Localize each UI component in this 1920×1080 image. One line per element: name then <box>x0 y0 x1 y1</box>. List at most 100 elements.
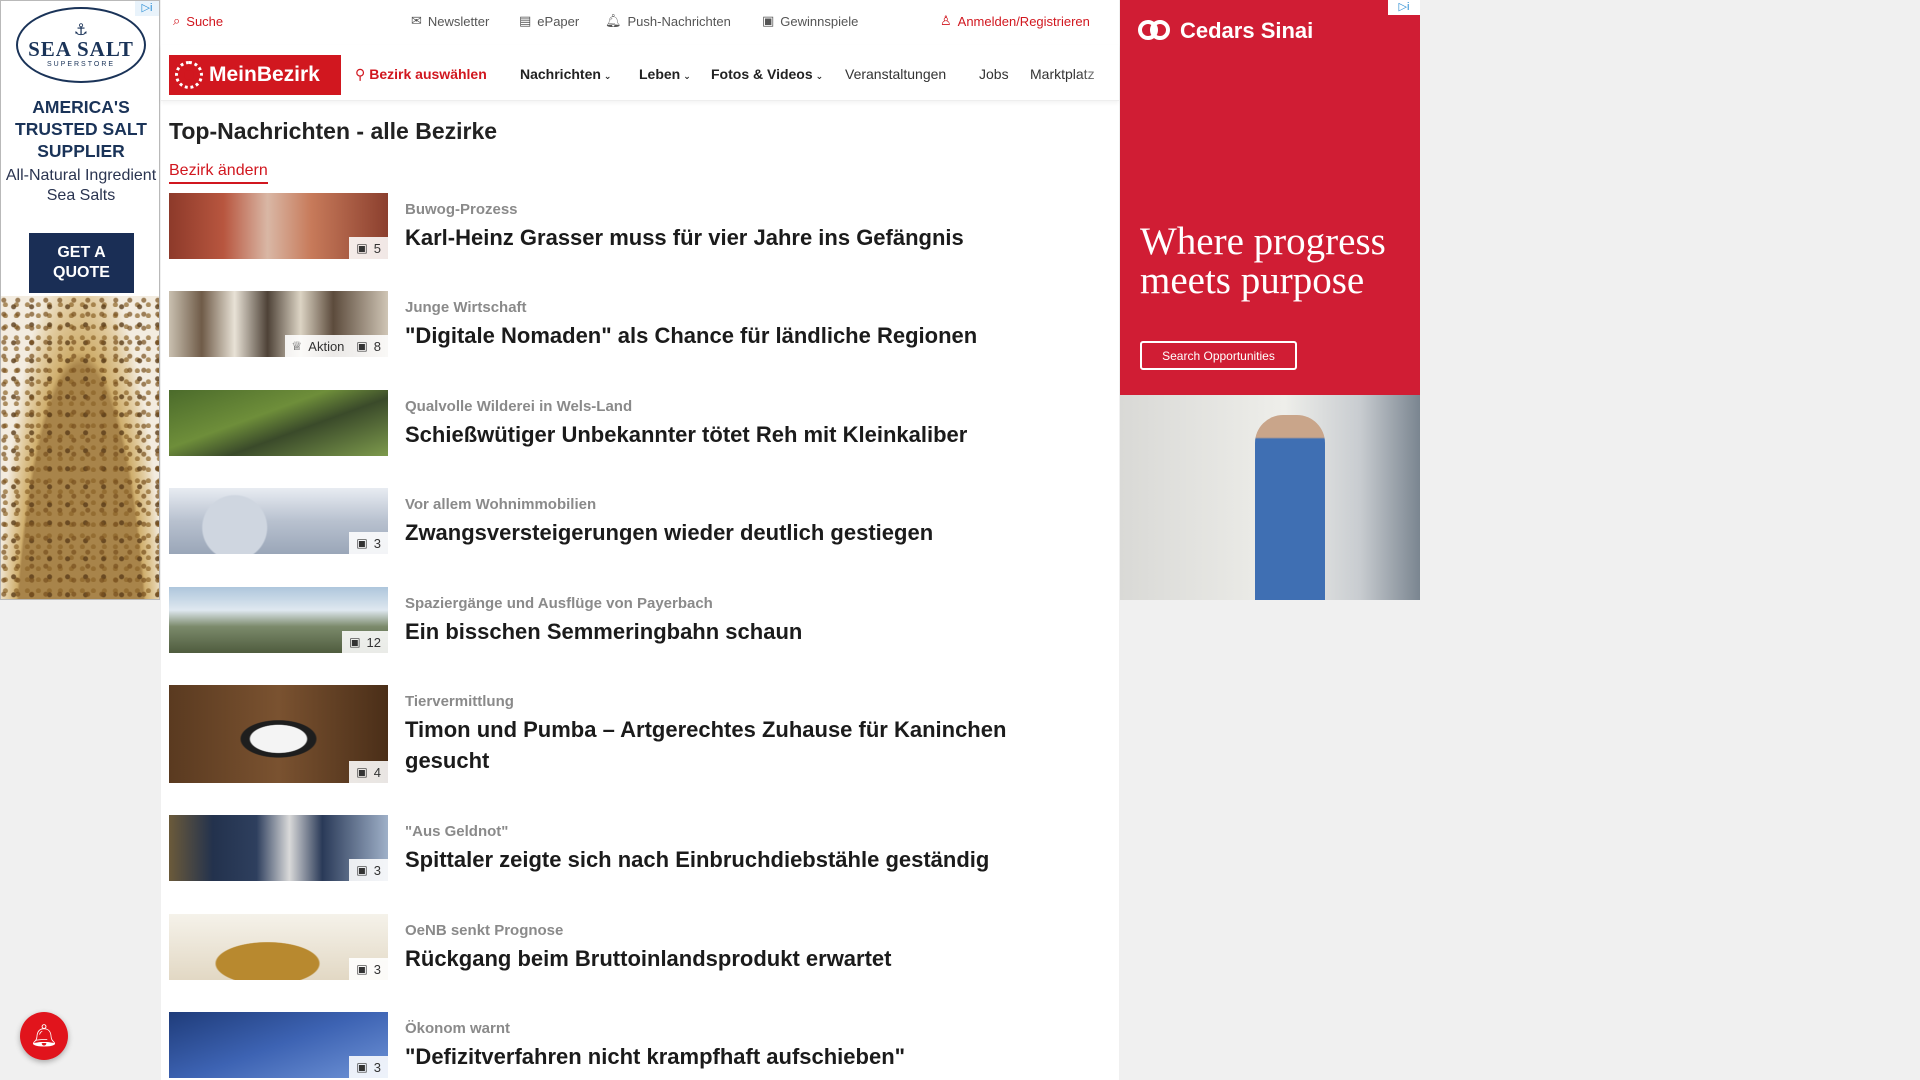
article-headline[interactable]: "Digitale Nomaden" als Chance für ländli… <box>405 320 1095 351</box>
epaper-link[interactable]: ▤ ePaper <box>519 14 579 29</box>
photo-count-badge: ▣ 3 <box>349 1056 388 1078</box>
article-headline[interactable]: Ein bisschen Semmeringbahn schaun <box>405 616 1095 647</box>
newspaper-icon: ▤ <box>519 14 532 29</box>
search-opportunities-button[interactable]: Search Opportunities <box>1140 341 1297 370</box>
trophy-icon: ♕ <box>291 339 303 353</box>
newsletter-label: Newsletter <box>427 14 490 29</box>
location-pin-icon: ⚲ <box>355 67 366 83</box>
anchor-icon: ⚓ <box>73 19 89 39</box>
article-thumbnail[interactable]: ▣ 3 <box>169 1012 388 1078</box>
article-item[interactable]: Qualvolle Wilderei in Wels-Land Schießwü… <box>169 390 1099 460</box>
sea-salt-logo: ⚓ SEA SALT SUPERSTORE <box>16 7 146 83</box>
nav-item-jobs[interactable]: Jobs <box>979 66 1009 82</box>
logo-text: MeinBezirk <box>209 63 320 86</box>
mail-icon: ✉ <box>411 14 422 29</box>
newsletter-link[interactable]: ✉ Newsletter <box>411 14 489 29</box>
photo-count: 8 <box>373 338 381 354</box>
right-ad-banner[interactable]: ▷i Cedars Sinai Where progress meets pur… <box>1120 0 1420 600</box>
notification-bell-button[interactable]: 🔔︎ <box>20 1012 68 1060</box>
epaper-label: ePaper <box>537 14 580 29</box>
chevron-down-icon: ⌄ <box>683 72 691 82</box>
get-quote-button[interactable]: GET A QUOTE <box>29 233 134 293</box>
article-headline[interactable]: Karl-Heinz Grasser muss für vier Jahre i… <box>405 222 1095 253</box>
article-headline[interactable]: Schießwütiger Unbekannter tötet Reh mit … <box>405 419 1095 450</box>
left-ad-banner[interactable]: ▷i ⚓ SEA SALT SUPERSTORE AMERICA'S TRUST… <box>0 0 160 600</box>
push-label: Push-Nachrichten <box>627 14 731 29</box>
select-district-label: Bezirk auswählen <box>369 66 487 82</box>
push-link[interactable]: 🔔︎ Push-Nachrichten <box>605 14 731 29</box>
photo-count-badge: ▣ 4 <box>349 761 388 783</box>
salt-bowl-image <box>1 296 159 599</box>
article-thumbnail[interactable]: ▣ 3 <box>169 914 388 980</box>
change-district-link[interactable]: Bezirk ändern <box>169 162 268 184</box>
nav-item-fotos-videos[interactable]: Fotos & Videos ⌄ <box>711 66 823 82</box>
photo-count: 3 <box>373 862 381 878</box>
adchoices-icon[interactable]: ▷i <box>1388 0 1420 15</box>
article-item[interactable]: ▣ 3 "Aus Geldnot" Spittaler zeigte sich n… <box>169 815 1099 885</box>
article-headline[interactable]: "Defizitverfahren nicht krampfhaft aufsc… <box>405 1041 1095 1072</box>
nav-label: Leben <box>639 66 681 82</box>
article-thumbnail[interactable]: ♕ Aktion ▣ 8 <box>169 291 388 357</box>
article-headline[interactable]: Spittaler zeigte sich nach Einbruchdiebs… <box>405 844 1095 875</box>
article-item[interactable]: ▣ 4 Tiervermittlung Timon und Pumba – Art… <box>169 685 1099 783</box>
camera-icon: ▣ <box>349 635 361 649</box>
login-label: Anmelden/Registrieren <box>957 14 1090 29</box>
sea-salt-brand: SEA SALT <box>28 36 134 61</box>
article-headline[interactable]: Zwangsversteigerungen wieder deutlich ge… <box>405 517 1095 548</box>
article-thumbnail[interactable] <box>169 390 388 456</box>
article-item[interactable]: ▣ 3 Vor allem Wohnimmobilien Zwangsverste… <box>169 488 1099 558</box>
gift-icon: ▣ <box>762 14 775 29</box>
left-ad-subline: All-Natural Ingredient Sea Salts <box>5 167 157 204</box>
search-link[interactable]: ⌕ Suche <box>173 14 223 29</box>
camera-icon: ▣ <box>356 536 368 550</box>
photo-count-badge: ▣ 3 <box>349 859 388 881</box>
article-thumbnail[interactable]: ▣ 3 <box>169 488 388 554</box>
article-thumbnail[interactable]: ▣ 4 <box>169 685 388 783</box>
article-headline[interactable]: Rückgang beim Bruttoinlandsprodukt erwar… <box>405 943 1095 974</box>
right-ad-headline: Where progress meets purpose <box>1140 220 1386 302</box>
camera-icon: ▣ <box>356 339 368 353</box>
camera-icon: ▣ <box>356 1060 368 1074</box>
article-kicker: Junge Wirtschaft <box>405 299 527 316</box>
photo-count-badge: ▣ 3 <box>349 958 388 980</box>
page-title: Top-Nachrichten - alle Bezirke <box>169 118 498 144</box>
nav-item-nachrichten[interactable]: Nachrichten ⌄ <box>520 66 611 82</box>
photo-count-badge: ♕ Aktion ▣ 8 <box>284 335 388 357</box>
nurse-photo <box>1120 395 1420 600</box>
article-headline[interactable]: Timon und Pumba – Artgerechtes Zuhause f… <box>405 714 1095 776</box>
chevron-down-icon: ⌄ <box>603 72 612 82</box>
article-kicker: Qualvolle Wilderei in Wels-Land <box>405 398 633 415</box>
article-thumbnail[interactable]: ▣ 12 <box>169 587 388 653</box>
article-item[interactable]: ▣ 5 Buwog-Prozess Karl-Heinz Grasser muss… <box>169 193 1099 263</box>
photo-count-badge: ▣ 5 <box>349 237 388 259</box>
nav-item-leben[interactable]: Leben ⌄ <box>639 66 691 82</box>
article-thumbnail[interactable]: ▣ 3 <box>169 815 388 881</box>
login-link[interactable]: ♙ Anmelden/Registrieren <box>940 14 1090 29</box>
article-item[interactable]: ▣ 3 OeNB senkt Prognose Rückgang beim Bru… <box>169 914 1099 984</box>
nav-item-veranstaltungen[interactable]: Veranstaltungen <box>845 66 946 82</box>
article-kicker: OeNB senkt Prognose <box>405 922 564 939</box>
main-content: ⌕ Suche ✉ Newsletter ▤ ePaper 🔔︎ Push-Na… <box>161 0 1119 1080</box>
camera-icon: ▣ <box>356 241 368 255</box>
sea-salt-sub: SUPERSTORE <box>46 60 116 68</box>
search-label: Suche <box>186 14 224 29</box>
camera-icon: ▣ <box>356 765 368 779</box>
cedars-sinai-brand: Cedars Sinai <box>1180 18 1314 43</box>
chevron-down-icon: ⌄ <box>815 72 824 82</box>
photo-count: 3 <box>373 535 381 551</box>
games-link[interactable]: ▣ Gewinnspiele <box>762 14 858 29</box>
meinbezirk-logo[interactable]: MeinBezirk <box>169 55 341 95</box>
photo-count-badge: ▣ 3 <box>349 532 388 554</box>
logo-mark-icon <box>175 61 203 89</box>
user-icon: ♙ <box>940 14 952 29</box>
main-navigation: MeinBezirk ⚲ Bezirk auswählen Nachrichten… <box>161 45 1119 101</box>
camera-icon: ▣ <box>356 863 368 877</box>
article-item[interactable]: ▣ 12 Spaziergänge und Ausflüge von Payerb… <box>169 587 1099 657</box>
adchoices-icon[interactable]: ▷i <box>135 1 159 16</box>
article-item[interactable]: ▣ 3 Ökonom warnt "Defizitverfahren nicht … <box>169 1012 1099 1080</box>
award-label: Aktion <box>308 338 345 354</box>
select-district-button[interactable]: ⚲ Bezirk auswählen <box>355 66 487 83</box>
article-thumbnail[interactable]: ▣ 5 <box>169 193 388 259</box>
nav-scroll-fade <box>1079 55 1119 95</box>
article-item[interactable]: ♕ Aktion ▣ 8 Junge Wirtschaft "Digitale Nom… <box>169 291 1099 361</box>
